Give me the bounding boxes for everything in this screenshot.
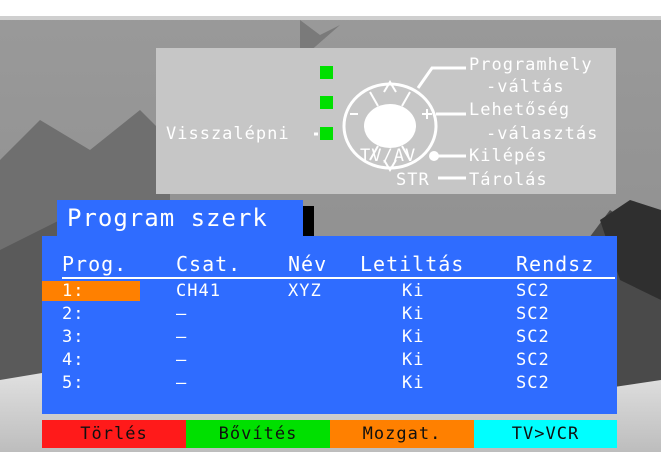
red-key-delete[interactable]: Törlés: [42, 420, 186, 448]
back-label: Visszalépni: [166, 124, 290, 144]
top-border: [0, 0, 661, 16]
top-border-shadow: [0, 16, 661, 20]
row-rendsz: SC2: [516, 304, 550, 324]
table-row[interactable]: 1: CH41 XYZ Ki SC2: [42, 280, 617, 304]
row-prog: 5:: [62, 373, 85, 393]
title-box: Program szerk: [57, 200, 303, 240]
row-prog: 3:: [62, 327, 85, 347]
row-letiltas: Ki: [402, 304, 425, 324]
column-header-rendsz: Rendsz: [516, 252, 595, 276]
table-row[interactable]: 5: – Ki SC2: [42, 372, 617, 396]
blue-key-tv-vcr[interactable]: TV>VCR: [474, 420, 617, 448]
option-select-label: Lehetőség: [469, 100, 571, 120]
row-csat: –: [176, 304, 188, 324]
str-label: STR: [396, 170, 430, 190]
row-prog: 4:: [62, 350, 85, 370]
row-csat: –: [176, 350, 188, 370]
row-csat: CH41: [176, 281, 221, 301]
column-header-nev: Név: [288, 252, 328, 276]
exit-label: Kilépés: [469, 146, 548, 166]
row-csat: –: [176, 373, 188, 393]
program-list-panel: Prog. Csat. Név Letiltás Rendsz 1: CH41 …: [42, 236, 617, 414]
table-row[interactable]: 2: – Ki SC2: [42, 303, 617, 327]
row-rendsz: SC2: [516, 373, 550, 393]
table-row[interactable]: 4: – Ki SC2: [42, 349, 617, 373]
program-change-label: Programhely: [469, 55, 593, 75]
header-divider: [62, 277, 615, 279]
green-button-icon: [320, 66, 333, 79]
row-letiltas: Ki: [402, 350, 425, 370]
row-csat: –: [176, 327, 188, 347]
color-key-bar: Törlés Bővítés Mozgat. TV>VCR: [42, 420, 617, 448]
tv-osd-screen: Visszalépni Programhely -váltás Lehetősé…: [0, 0, 661, 452]
column-header-csat: Csat.: [176, 252, 242, 276]
row-rendsz: SC2: [516, 327, 550, 347]
column-header-letiltas: Letiltás: [360, 252, 465, 276]
yellow-key-move[interactable]: Mozgat.: [330, 420, 474, 448]
table-row[interactable]: 3: – Ki SC2: [42, 326, 617, 350]
row-rendsz: SC2: [516, 350, 550, 370]
program-change-label-2: -váltás: [486, 77, 565, 97]
green-button-icon: [320, 96, 333, 109]
help-panel: Visszalépni Programhely -váltás Lehetősé…: [156, 48, 616, 194]
green-key-expand[interactable]: Bővítés: [186, 420, 330, 448]
row-nev: XYZ: [288, 281, 322, 301]
column-header-prog: Prog.: [62, 252, 128, 276]
page-title: Program szerk: [67, 204, 268, 232]
row-prog: 1:: [62, 281, 85, 301]
tvav-label: TV/AV: [360, 146, 417, 166]
row-letiltas: Ki: [402, 327, 425, 347]
green-button-icon: [320, 127, 333, 140]
row-letiltas: Ki: [402, 281, 425, 301]
option-select-label-2: -választás: [486, 124, 599, 144]
store-label: Tárolás: [469, 170, 548, 190]
row-rendsz: SC2: [516, 281, 550, 301]
row-prog: 2:: [62, 304, 85, 324]
row-letiltas: Ki: [402, 373, 425, 393]
